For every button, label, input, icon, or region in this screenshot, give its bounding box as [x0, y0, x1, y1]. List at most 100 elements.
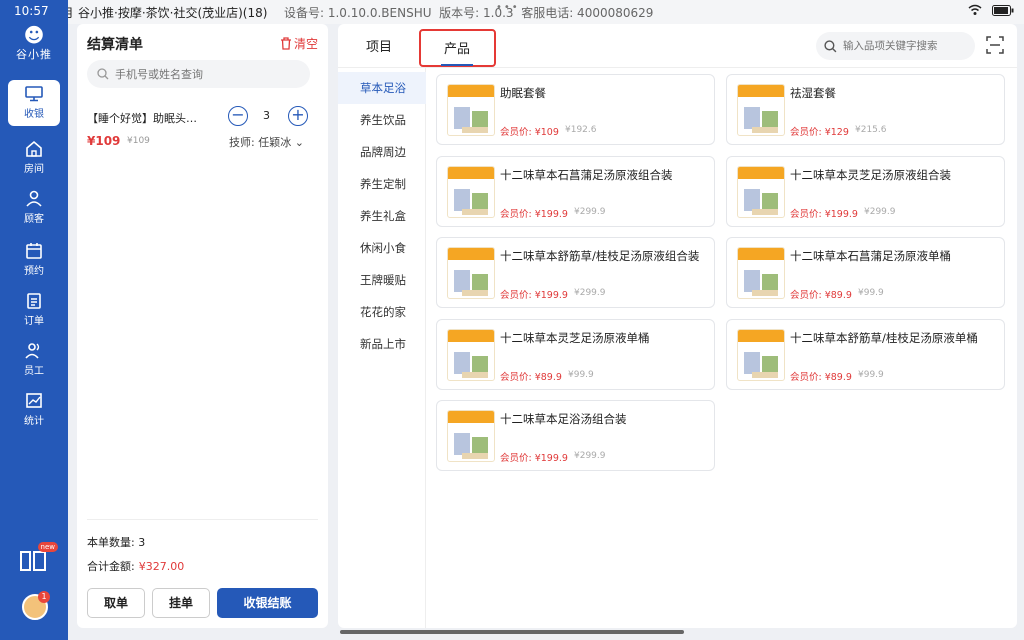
chart-icon	[26, 393, 42, 408]
checkout-button[interactable]: 收银结账	[217, 588, 318, 618]
product-name: 助眠套餐	[500, 86, 546, 100]
product-card[interactable]: 十二味草本舒筋草/桂枝足汤原液组合装 会员价: ¥199.9 ¥299.9	[436, 237, 715, 308]
category-item[interactable]: 花花的家	[338, 296, 426, 328]
search-icon	[824, 39, 837, 52]
order-icon	[27, 293, 41, 309]
qty-plus-button[interactable]: +	[288, 106, 308, 126]
take-order-button[interactable]: 取单	[87, 588, 145, 618]
total-label: 合计金额:	[87, 560, 135, 573]
product-card[interactable]: 十二味草本灵芝足汤原液单桶 会员价: ¥89.9 ¥99.9	[436, 318, 715, 390]
cart-item[interactable]: 【睡个好觉】助眠头… ¥109 ¥109 − 3 + 技师: 任颖冰 ⌄	[87, 106, 317, 156]
category-item[interactable]: 休闲小食	[338, 232, 426, 264]
home-icon	[26, 140, 42, 157]
avatar[interactable]: 1	[22, 591, 50, 620]
product-card[interactable]: 十二味草本石菖蒲足汤原液单桶 会员价: ¥89.9 ¥99.9	[726, 237, 1005, 308]
product-image	[447, 328, 495, 381]
product-image	[447, 84, 495, 136]
tab-active-indicator	[441, 64, 473, 66]
nav-booking[interactable]: 预约	[8, 236, 60, 282]
store-name: 谷小推·按摩·茶饮·社交(茂业店)(18)	[78, 6, 268, 20]
product-card[interactable]: 十二味草本舒筋草/桂枝足汤原液单桶 会员价: ¥89.9 ¥99.9	[726, 318, 1005, 390]
nav-customer-label: 顾客	[24, 214, 44, 225]
nav-room[interactable]: 房间	[8, 134, 60, 180]
category-item[interactable]: 养生定制	[338, 168, 426, 200]
order-count: 本单数量: 3	[87, 536, 146, 549]
clear-cart-button[interactable]: 清空	[280, 35, 318, 52]
product-original-price: ¥192.6	[565, 125, 597, 135]
product-name: 十二味草本舒筋草/桂枝足汤原液组合装	[500, 249, 700, 263]
member-search[interactable]	[87, 60, 310, 88]
product-name: 十二味草本舒筋草/桂枝足汤原液单桶	[790, 330, 978, 345]
product-original-price: ¥299.9	[574, 206, 606, 217]
home-indicator[interactable]	[340, 630, 684, 634]
cart-item-name: 【睡个好觉】助眠头…	[87, 112, 197, 125]
product-name: 十二味草本石菖蒲足汤原液组合装	[500, 167, 673, 182]
category-item[interactable]: 新品上市	[338, 328, 426, 360]
tab-product[interactable]: 产品	[419, 29, 496, 67]
nav-stats-label: 统计	[24, 416, 44, 427]
tab-product-label: 产品	[444, 42, 471, 57]
product-name: 十二味草本灵芝足汤原液组合装	[790, 167, 951, 182]
member-search-input[interactable]	[115, 67, 295, 81]
product-name: 祛湿套餐	[790, 86, 836, 100]
sidebar: 10:57 ☻ 谷小推 收银 房间 顾客 预约 订单 员工 统计 new 1	[0, 0, 68, 640]
nav-cashier[interactable]: 收银	[8, 80, 60, 126]
chevron-down-icon: ⌄	[294, 136, 304, 149]
logo-face-icon: ☻	[23, 23, 45, 47]
qty-value: 3	[263, 109, 270, 122]
nav-order[interactable]: 订单	[8, 286, 60, 332]
product-card[interactable]: 十二味草本灵芝足汤原液组合装 会员价: ¥199.9 ¥299.9	[726, 155, 1005, 227]
product-member-price: 会员价: ¥199.9	[500, 208, 568, 220]
nav-room-label: 房间	[24, 164, 44, 175]
product-original-price: ¥299.9	[574, 451, 606, 461]
nav-booking-label: 预约	[24, 266, 44, 277]
hang-order-button[interactable]: 挂单	[152, 588, 210, 618]
logo-text: 谷小推	[16, 48, 52, 61]
product-card[interactable]: 十二味草本足浴汤组合装 会员价: ¥199.9 ¥299.9	[436, 400, 715, 471]
product-member-price: 会员价: ¥199.9	[790, 208, 858, 220]
nav-customer[interactable]: 顾客	[8, 184, 60, 230]
nav-cashier-label: 收银	[24, 109, 44, 120]
product-original-price: ¥215.6	[855, 125, 887, 135]
divider	[87, 519, 318, 520]
product-original-price: ¥99.9	[858, 288, 884, 298]
device-number: 设备号: 1.0.10.0.BENSHU	[284, 6, 432, 20]
category-item[interactable]: 养生饮品	[338, 104, 426, 136]
calendar-icon	[26, 243, 42, 259]
technician-select[interactable]: 技师: 任颖冰 ⌄	[229, 134, 304, 150]
product-member-price: 会员价: ¥89.9	[790, 290, 852, 301]
qty-minus-button[interactable]: −	[228, 106, 248, 126]
product-card[interactable]: 祛湿套餐会员价: ¥129 ¥215.6	[726, 74, 1005, 145]
nav-stats[interactable]: 统计	[8, 386, 60, 432]
category-item[interactable]: 品牌周边	[338, 136, 426, 168]
promo-icon[interactable]: new	[18, 542, 58, 574]
product-card[interactable]: 助眠套餐会员价: ¥109 ¥192.6	[436, 74, 715, 145]
system-icons	[968, 4, 1014, 16]
cart-panel: 结算清单 清空 【睡个好觉】助眠头… ¥109 ¥109 − 3 + 技师: 任…	[77, 24, 328, 628]
divider	[338, 67, 1017, 68]
product-member-price: 会员价: ¥109	[500, 127, 559, 138]
user-icon	[26, 190, 42, 207]
order-total: 合计金额: ¥327.00	[87, 558, 184, 574]
nav-order-label: 订单	[24, 316, 44, 327]
nav-staff[interactable]: 员工	[8, 336, 60, 382]
trash-icon	[280, 37, 291, 50]
category-item[interactable]: 王牌暖贴	[338, 264, 426, 296]
scan-icon[interactable]	[986, 36, 1004, 54]
product-search-input[interactable]	[843, 40, 973, 52]
status-bar: 6月 谷小推·按摩·茶饮·社交(茂业店)(18) 设备号: 1.0.10.0.B…	[0, 0, 1024, 24]
cart-title: 结算清单	[87, 37, 143, 53]
multitask-dots-icon[interactable]: •••	[496, 2, 520, 13]
product-search[interactable]	[816, 32, 975, 60]
category-item[interactable]: 养生礼盒	[338, 200, 426, 232]
product-card[interactable]: 十二味草本石菖蒲足汤原液组合装 会员价: ¥199.9 ¥299.9	[436, 155, 715, 227]
product-member-price: 会员价: ¥89.9	[790, 371, 852, 383]
product-image	[737, 84, 785, 136]
product-image	[447, 165, 495, 218]
product-member-price: 会员价: ¥129	[790, 127, 849, 138]
category-item[interactable]: 草本足浴	[338, 72, 426, 104]
nav-staff-label: 员工	[24, 366, 44, 377]
product-original-price: ¥299.9	[864, 206, 896, 217]
tab-project[interactable]: 项目	[366, 36, 392, 55]
product-image	[737, 328, 785, 381]
